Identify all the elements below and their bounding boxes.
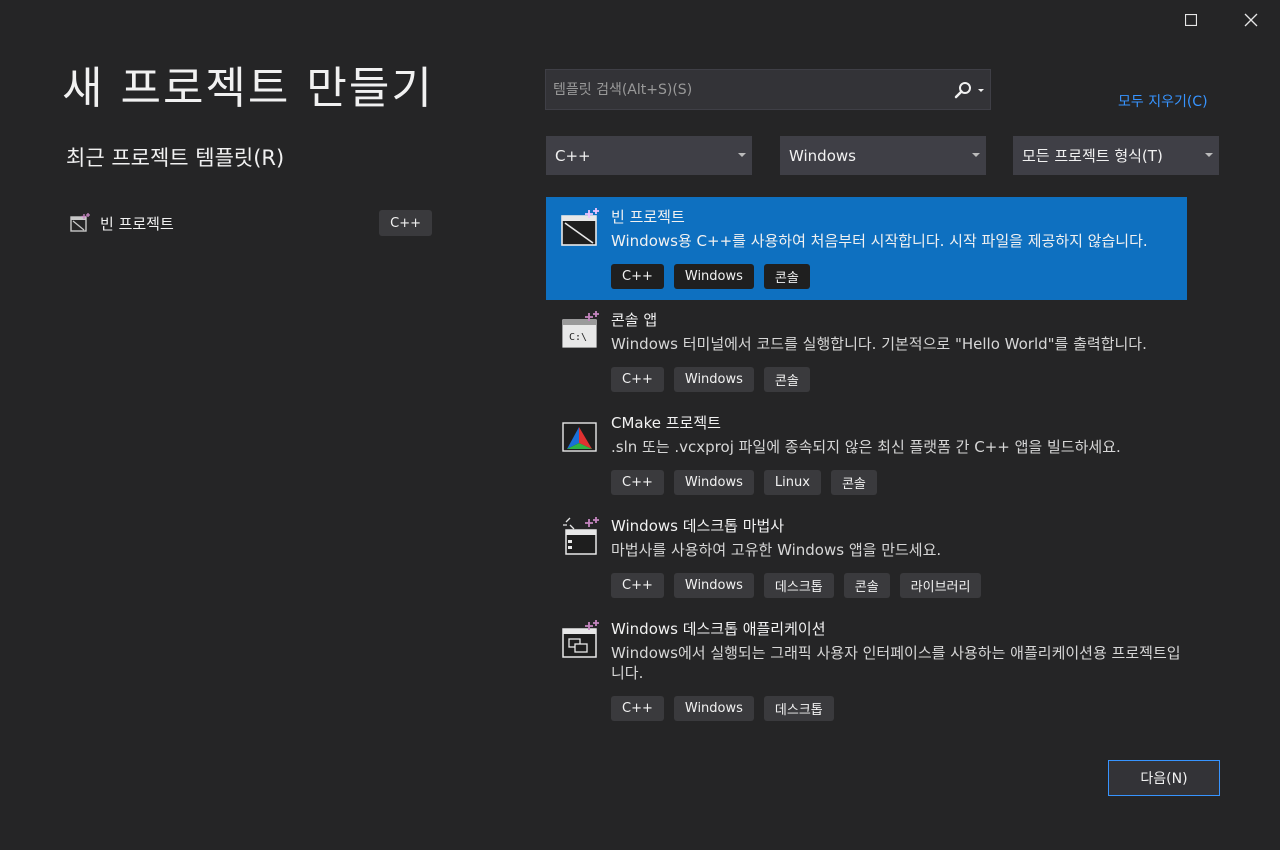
template-tags: C++ Windows 데스크톱 콘솔 라이브러리 bbox=[611, 573, 982, 598]
search-icon[interactable] bbox=[954, 81, 972, 99]
chevron-down-icon bbox=[738, 153, 746, 157]
chevron-down-icon bbox=[972, 153, 980, 157]
recent-template-lang-tag: C++ bbox=[379, 210, 432, 236]
tag: 콘솔 bbox=[830, 470, 877, 495]
chevron-down-icon bbox=[1205, 153, 1213, 157]
tag: 콘솔 bbox=[843, 573, 890, 598]
template-item-cmake-project[interactable]: CMake 프로젝트 .sln 또는 .vcxproj 파일에 종속되지 않은 … bbox=[546, 403, 1187, 506]
template-item-desktop-application[interactable]: Windows 데스크톱 애플리케이션 Windows에서 실행되는 그래픽 사… bbox=[546, 609, 1187, 731]
search-options-dropdown-icon[interactable] bbox=[976, 80, 986, 100]
tag: 라이브러리 bbox=[899, 573, 982, 598]
template-item-desktop-wizard[interactable]: Windows 데스크톱 마법사 마법사를 사용하여 고유한 Windows 앱… bbox=[546, 506, 1187, 609]
template-description: Windows용 C++를 사용하여 처음부터 시작합니다. 시작 파일을 제공… bbox=[611, 232, 1148, 250]
template-description: Windows에서 실행되는 그래픽 사용자 인터페이스를 사용하는 애플리케이… bbox=[611, 644, 1181, 682]
tag: C++ bbox=[611, 696, 664, 721]
new-project-dialog: 새 프로젝트 만들기 최근 프로젝트 템플릿(R) 빈 프로젝트 C++ 모두 … bbox=[0, 0, 1280, 850]
desktop-app-icon bbox=[562, 620, 599, 658]
maximize-icon bbox=[1185, 14, 1197, 26]
template-tags: C++ Windows 콘솔 bbox=[611, 264, 810, 289]
tag: Windows bbox=[673, 264, 754, 289]
close-icon bbox=[1244, 13, 1258, 27]
template-search-box bbox=[545, 69, 991, 110]
next-button[interactable]: 다음(N) bbox=[1108, 760, 1220, 796]
tag: C++ bbox=[611, 367, 664, 392]
project-type-filter-value: 모든 프로젝트 형식(T) bbox=[1022, 147, 1163, 165]
template-description: 마법사를 사용하여 고유한 Windows 앱을 만드세요. bbox=[611, 541, 942, 559]
platform-filter-dropdown[interactable]: Windows bbox=[780, 136, 986, 175]
template-description: .sln 또는 .vcxproj 파일에 종속되지 않은 최신 플랫폼 간 C+… bbox=[611, 438, 1121, 456]
tag: 데스크톱 bbox=[763, 696, 834, 721]
tag: Windows bbox=[673, 696, 754, 721]
tag: 콘솔 bbox=[763, 367, 810, 392]
clear-all-link[interactable]: 모두 지우기(C) bbox=[1118, 91, 1208, 111]
platform-filter-value: Windows bbox=[789, 146, 856, 165]
tag: Linux bbox=[763, 470, 821, 495]
empty-project-icon bbox=[561, 208, 599, 246]
template-name: Windows 데스크톱 애플리케이션 bbox=[611, 620, 826, 638]
language-filter-value: C++ bbox=[555, 146, 591, 165]
desktop-wizard-icon bbox=[563, 517, 599, 555]
template-item-console-app[interactable]: C:\ 콘솔 앱 Windows 터미널에서 코드를 실행합니다. 기본적으로 … bbox=[546, 300, 1187, 403]
template-item-empty-project[interactable]: 빈 프로젝트 Windows용 C++를 사용하여 처음부터 시작합니다. 시작… bbox=[546, 197, 1187, 300]
template-name: 빈 프로젝트 bbox=[611, 208, 685, 226]
template-name: Windows 데스크톱 마법사 bbox=[611, 517, 785, 535]
tag: Windows bbox=[673, 367, 754, 392]
tag: C++ bbox=[611, 470, 664, 495]
empty-project-icon bbox=[70, 213, 90, 232]
tag: 콘솔 bbox=[763, 264, 810, 289]
template-tags: C++ Windows 콘솔 bbox=[611, 367, 810, 392]
template-description: Windows 터미널에서 코드를 실행합니다. 기본적으로 "Hello Wo… bbox=[611, 335, 1147, 353]
page-title: 새 프로젝트 만들기 bbox=[62, 63, 434, 114]
close-button[interactable] bbox=[1236, 6, 1266, 34]
tag: Windows bbox=[673, 470, 754, 495]
template-search-input[interactable] bbox=[546, 70, 946, 109]
template-name: 콘솔 앱 bbox=[611, 311, 658, 329]
svg-text:C:\: C:\ bbox=[569, 332, 587, 343]
maximize-button[interactable] bbox=[1176, 6, 1206, 34]
template-tags: C++ Windows Linux 콘솔 bbox=[611, 470, 877, 495]
language-filter-dropdown[interactable]: C++ bbox=[546, 136, 752, 175]
cmake-icon bbox=[562, 422, 597, 452]
recent-template-label: 빈 프로젝트 bbox=[100, 214, 174, 233]
tag: 데스크톱 bbox=[763, 573, 834, 598]
console-app-icon: C:\ bbox=[562, 311, 599, 348]
tag: C++ bbox=[611, 264, 664, 289]
tag: C++ bbox=[611, 573, 664, 598]
tag: Windows bbox=[673, 573, 754, 598]
template-tags: C++ Windows 데스크톱 bbox=[611, 696, 834, 721]
project-type-filter-dropdown[interactable]: 모든 프로젝트 형식(T) bbox=[1013, 136, 1219, 175]
recent-templates-heading: 최근 프로젝트 템플릿(R) bbox=[66, 146, 285, 170]
template-name: CMake 프로젝트 bbox=[611, 414, 721, 432]
recent-template-item[interactable]: 빈 프로젝트 C++ bbox=[66, 207, 434, 239]
